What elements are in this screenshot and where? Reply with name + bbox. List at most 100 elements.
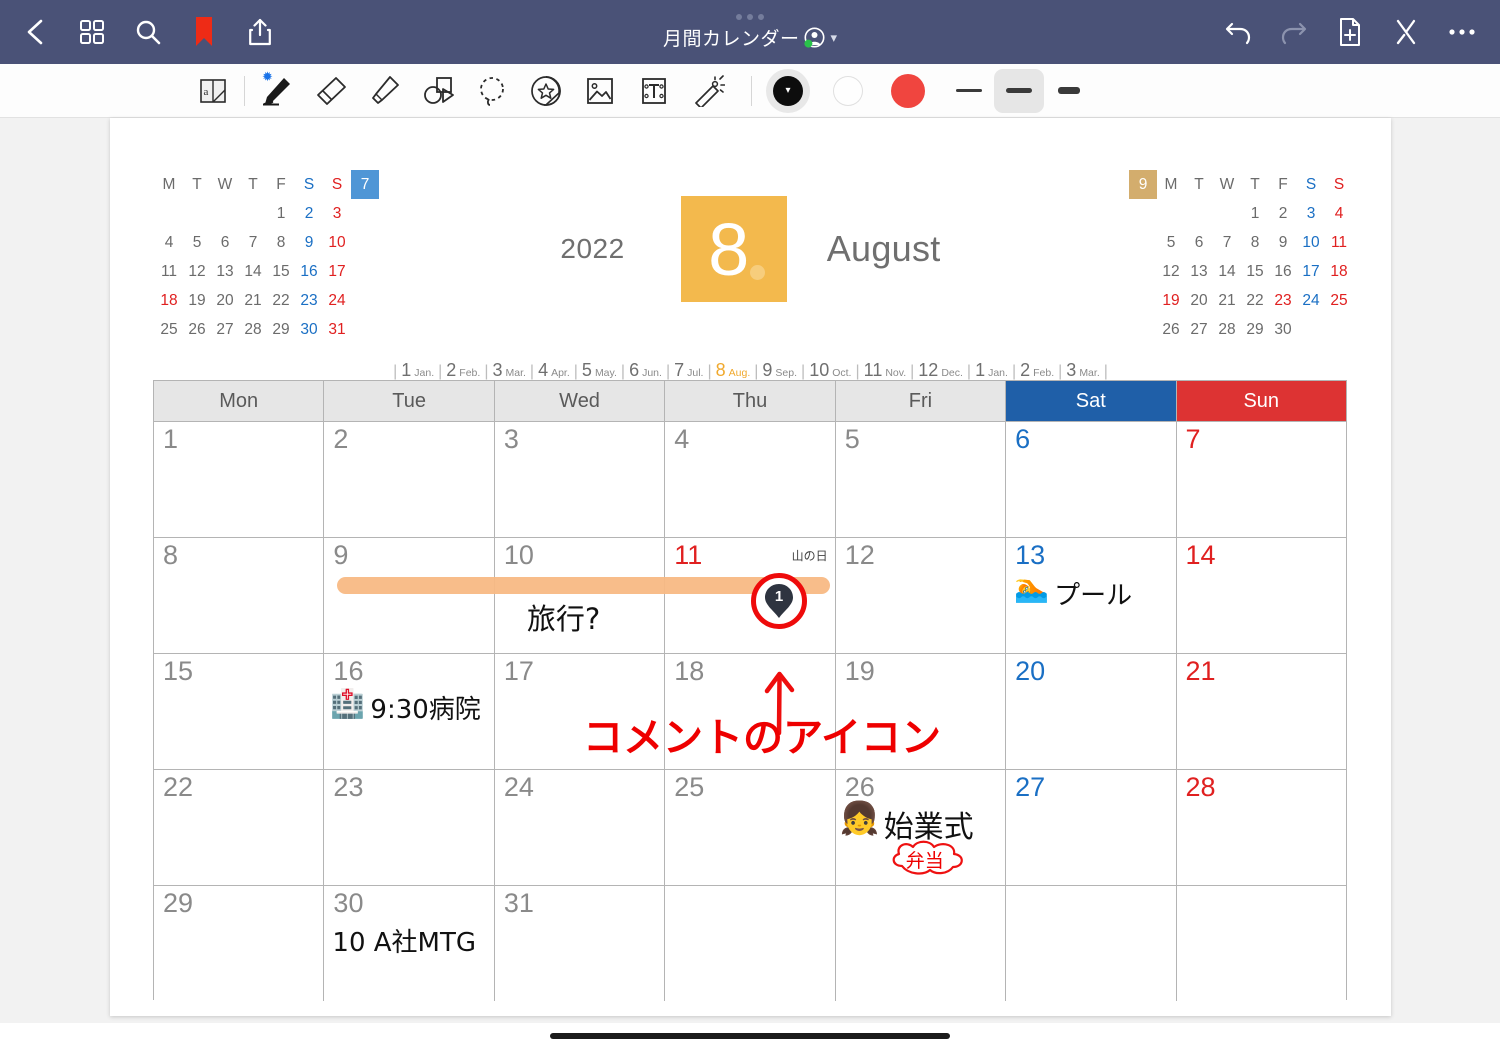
eraser-tool[interactable] (303, 68, 357, 114)
month-strip-abbr: May. (594, 367, 617, 379)
day-cell-8[interactable]: 8 (154, 538, 325, 653)
stroke-width-thin[interactable] (944, 69, 994, 113)
day-cell-3[interactable]: 3 (494, 422, 666, 537)
day-cell-29[interactable]: 29 (154, 886, 325, 1001)
magic-wand-tool[interactable] (681, 68, 735, 114)
day-cell-24[interactable]: 24 (494, 770, 666, 885)
mini-prev-header-row: M T W T F S S 7 (155, 170, 379, 199)
calendar-grid[interactable]: Mon Tue Wed Thu Fri Sat Sun 1 2 3 4 5 6 … (153, 380, 1347, 1001)
redo-button[interactable] (1266, 4, 1322, 60)
share-status-icon[interactable] (804, 27, 825, 48)
month-strip-sep: | (966, 363, 972, 380)
month-strip[interactable]: | 1 Jan. | 2 Feb. | 3 Mar. | 4 Apr. | 5 May. … (110, 360, 1391, 381)
day-cell-13[interactable]: 13 🏊 プール (1006, 538, 1177, 653)
undo-button[interactable] (1210, 4, 1266, 60)
day-cell-20[interactable]: 20 (1006, 654, 1177, 769)
day-cell-28[interactable]: 28 (1176, 770, 1346, 885)
document-title: 月間カレンダー (662, 28, 800, 50)
day-number: 23 (333, 772, 364, 802)
mini-prev-week: 25 26 27 28 29 30 31 (155, 315, 379, 344)
month-strip-sep: | (529, 363, 535, 380)
mini-prev-hdr: S (303, 175, 315, 193)
title-chevron-down-icon[interactable]: ▾ (830, 31, 837, 44)
title-row[interactable]: 月間カレンダー ▾ (663, 24, 837, 51)
day-cell-empty-1[interactable] (665, 886, 836, 1001)
holiday-name: 山の日 (791, 549, 828, 563)
day-number: 16 (333, 656, 364, 686)
day-cell-30[interactable]: 30 10 A社MTG (324, 886, 495, 1001)
canvas-area[interactable]: M T W T F S S 7 1 2 3 4 5 6 7 8 9 10 11 … (0, 118, 1500, 1023)
day-cell-16[interactable]: 16 🏥 9:30病院 (324, 654, 495, 769)
day-cell-empty-3[interactable] (1006, 886, 1177, 1001)
day-cell-10[interactable]: 10 旅行? (494, 538, 666, 653)
month-strip-sep: | (1058, 363, 1063, 380)
stroke-width-thick[interactable] (1044, 69, 1094, 113)
month-strip-sep: | (707, 363, 712, 380)
page-flip-tool[interactable]: a (186, 68, 240, 114)
close-button[interactable] (1378, 4, 1434, 60)
day-cell-22[interactable]: 22 (154, 770, 325, 885)
day-cell-15[interactable]: 15 (154, 654, 325, 769)
stroke-width-medium[interactable] (994, 68, 1044, 113)
search-button[interactable] (120, 4, 176, 60)
toolbar-divider-2 (751, 75, 752, 106)
color-swatch-red[interactable] (891, 73, 925, 108)
day-cell-7[interactable]: 7 (1176, 422, 1346, 537)
day-cell-25[interactable]: 25 (665, 770, 836, 885)
day-cell-21[interactable]: 21 (1176, 654, 1346, 769)
sticker-tool[interactable] (519, 68, 573, 114)
text-box-tool[interactable] (627, 68, 681, 114)
lasso-select-tool[interactable] (465, 68, 519, 114)
calendar-page[interactable]: M T W T F S S 7 1 2 3 4 5 6 7 8 9 10 11 … (110, 118, 1391, 1016)
month-strip-sep: | (438, 363, 443, 380)
month-number: 8 (708, 208, 750, 291)
new-page-button[interactable] (1322, 4, 1378, 60)
day-cell-5[interactable]: 5 (835, 422, 1007, 537)
weekday-header-mon: Mon (154, 381, 325, 421)
color-swatch-red-wrap[interactable] (884, 68, 932, 114)
day-number: 27 (1015, 772, 1046, 802)
day-cell-31[interactable]: 31 (494, 886, 666, 1001)
more-options-button[interactable] (1434, 4, 1490, 60)
mini-prev-day: 30 (300, 320, 318, 338)
month-strip-abbr: Mar. (1079, 367, 1100, 379)
mini-next-day: 28 (1218, 320, 1236, 338)
highlighter-tool[interactable] (357, 68, 411, 114)
pen-tool[interactable]: ✹ (249, 68, 303, 114)
day-cell-12[interactable]: 12 (835, 538, 1007, 653)
comment-pin-highlight-circle[interactable]: 1 (751, 573, 807, 629)
month-strip-abbr: Oct. (832, 367, 852, 379)
color-swatch-white[interactable] (833, 75, 863, 106)
day-cell-2[interactable]: 2 (324, 422, 495, 537)
day-cell-6[interactable]: 6 (1006, 422, 1177, 537)
day-cell-empty-2[interactable] (835, 886, 1007, 1001)
color-swatches: ▾ (756, 68, 932, 114)
color-swatch-white-wrap[interactable] (824, 68, 872, 114)
day-number: 6 (1015, 424, 1031, 454)
month-title-block: 2022 8 August (110, 196, 1391, 302)
day-cell-14[interactable]: 14 (1176, 538, 1346, 653)
day-cell-26[interactable]: 26 👧 始業式 弁当 (835, 770, 1007, 885)
mini-prev-day: 29 (272, 320, 290, 338)
day-cell-23[interactable]: 23 (324, 770, 495, 885)
shapes-tool[interactable] (411, 68, 465, 114)
day-cell-empty-4[interactable] (1176, 886, 1346, 1001)
bookmark-button[interactable] (176, 4, 232, 60)
back-button[interactable] (8, 4, 64, 60)
page-grid-button[interactable] (64, 4, 120, 60)
share-button[interactable] (232, 4, 288, 60)
month-strip-abbr: Jun. (642, 367, 662, 379)
day-number: 17 (503, 656, 534, 686)
day-cell-27[interactable]: 27 (1006, 770, 1177, 885)
day-cell-9[interactable]: 9 (324, 538, 495, 653)
color-swatch-black-wrap[interactable]: ▾ (764, 68, 812, 114)
image-tool[interactable] (573, 68, 627, 114)
comment-pin-icon[interactable]: 1 (764, 583, 794, 619)
month-strip-num: 7 (674, 360, 685, 380)
color-swatch-black[interactable]: ▾ (773, 75, 803, 106)
day-number: 20 (1015, 656, 1046, 686)
day-cell-4[interactable]: 4 (665, 422, 836, 537)
month-strip-num: 3 (492, 360, 503, 380)
month-strip-sep: | (620, 363, 626, 380)
day-cell-1[interactable]: 1 (154, 422, 325, 537)
